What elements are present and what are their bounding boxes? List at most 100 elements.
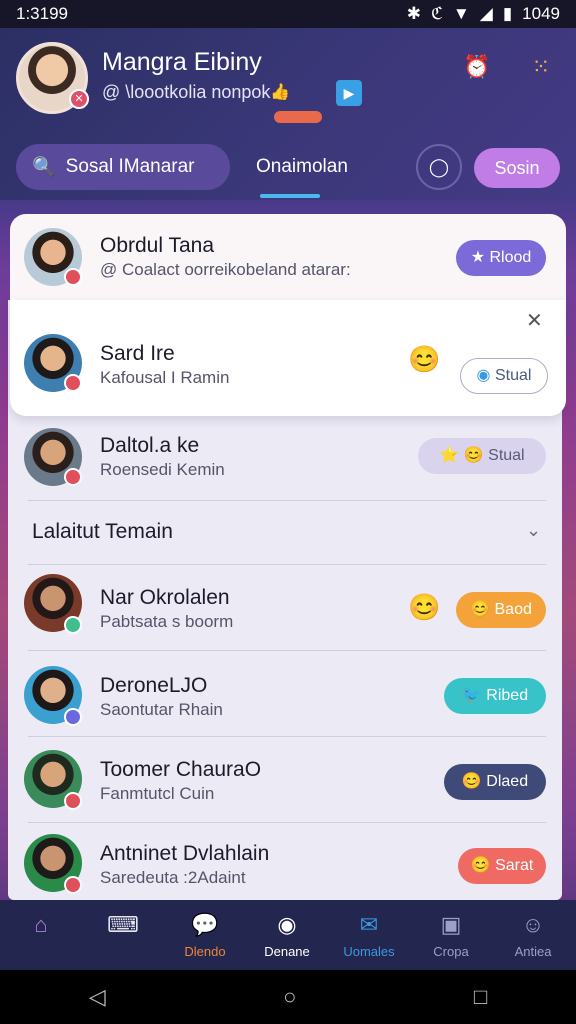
friend-action-label: Stual xyxy=(494,367,532,384)
friend-card[interactable]: ✕ Sard Ire Kafousal I Ramin 😊 ◉ Stual xyxy=(10,300,566,416)
friend-name: Obrdul Tana xyxy=(100,234,215,257)
nfc-icon: ℭ xyxy=(430,4,443,23)
smile-icon: 😊 xyxy=(463,447,484,464)
home-button-icon[interactable]: ○ xyxy=(283,984,296,1010)
friend-action-button[interactable]: 😊 Dlaed xyxy=(444,764,546,800)
friend-action-label: Ribed xyxy=(486,687,529,704)
alarm-icon[interactable]: ⏰ xyxy=(460,50,494,84)
star-icon: ★ xyxy=(470,249,486,266)
friend-name: Daltol.a ke xyxy=(100,434,200,457)
image-icon: ▣ xyxy=(440,912,462,937)
nav-label: Denane xyxy=(264,944,310,959)
status-badge xyxy=(64,792,82,810)
friend-name: Nar Okrolalen xyxy=(100,586,230,609)
nav-label: Antiea xyxy=(514,944,552,959)
bird-icon: 🐦 xyxy=(461,687,482,704)
nav-keyboard[interactable]: ⌨ xyxy=(82,900,164,970)
nav-image[interactable]: ▣ Cropa xyxy=(410,900,492,970)
friend-name: Sard Ire xyxy=(100,342,175,365)
avatar[interactable]: ✕ xyxy=(16,42,89,114)
user-handle: @ \loootkolia nonpok xyxy=(102,82,271,102)
nav-label: Cropa xyxy=(433,944,469,959)
battery-icon: ▮ xyxy=(502,4,513,23)
status-badge xyxy=(64,616,82,634)
friend-action-button[interactable]: 😊 Sarat xyxy=(458,848,546,884)
profile-header: ✕ Mangra Eibiny @ \loootkolia nonpok 👍 ▶… xyxy=(0,28,576,200)
close-badge-icon: ✕ xyxy=(69,89,89,109)
smile-icon: 😊 xyxy=(408,344,441,374)
divider xyxy=(28,500,546,501)
friend-action-button[interactable]: ⭐ 😊 Stual xyxy=(418,438,546,474)
status-badge xyxy=(64,374,82,392)
location-icon[interactable]: ◯ xyxy=(416,144,462,190)
friend-action-label: Sarat xyxy=(495,857,534,874)
person-icon: ☺ xyxy=(521,912,545,937)
friend-action-button[interactable]: 🐦 Ribed xyxy=(444,678,546,714)
smile-icon: 😊 xyxy=(470,857,491,874)
divider xyxy=(28,650,546,651)
friend-status: Saredeuta :2Adaint xyxy=(100,868,246,887)
friend-status: Pabtsata s boorm xyxy=(100,612,234,631)
close-icon[interactable]: ✕ xyxy=(526,308,543,333)
camera-icon: ◉ xyxy=(277,912,297,937)
nav-profile[interactable]: ☺ Antiea xyxy=(492,900,574,970)
nav-mail[interactable]: ✉ Uomales xyxy=(328,900,410,970)
status-time: 1:3199 xyxy=(16,4,68,23)
back-icon[interactable]: ◁ xyxy=(89,984,106,1010)
friend-status: @ Coalact oorreikobeland atarar: xyxy=(100,260,351,279)
chevron-down-icon[interactable]: ⌄ xyxy=(526,520,541,541)
tab-indicator xyxy=(260,194,320,198)
friend-status: Kafousal I Ramin xyxy=(100,368,230,387)
wifi-icon: ▼ xyxy=(452,4,470,23)
friend-name: Toomer ChauraO xyxy=(100,758,262,781)
friend-status: Roensedi Kemin xyxy=(100,460,225,479)
user-name: Mangra Eibiny xyxy=(102,48,262,76)
play-icon[interactable]: ▶ xyxy=(336,80,362,106)
nav-label: Dlendo xyxy=(184,944,226,959)
status-badge xyxy=(64,708,82,726)
app-root: 1:3199 ✱ ℭ ▼ ◢ ▮ 1049 ✕ Mangra Eibiny @ … xyxy=(0,0,576,1024)
search-icon: 🔍 xyxy=(32,157,56,178)
divider xyxy=(28,564,546,565)
status-icons: ✱ ℭ ▼ ◢ ▮ 1049 xyxy=(407,4,560,24)
recents-icon[interactable]: □ xyxy=(474,984,487,1010)
friend-status: Fanmtutcl Cuin xyxy=(100,784,215,803)
smile-icon: 😊 xyxy=(408,592,441,622)
friend-name: DeroneLJO xyxy=(100,674,208,697)
nav-home[interactable]: ⌂ xyxy=(0,900,82,970)
nav-camera[interactable]: ◉ Denane xyxy=(246,900,328,970)
thumbs-up-icon: 👍 xyxy=(270,84,290,101)
search-button[interactable]: 🔍 Sosal IManarar xyxy=(16,144,230,190)
friend-action-label: Stual xyxy=(488,447,525,464)
status-badge xyxy=(64,876,82,894)
bluetooth-icon: ✱ xyxy=(406,4,421,23)
friend-action-button[interactable]: ◉ Stual xyxy=(460,358,548,394)
friend-action-label: Baod xyxy=(494,601,532,618)
action-button[interactable]: Sosin xyxy=(474,148,560,188)
battery-level: 1049 xyxy=(522,4,560,23)
nav-chat[interactable]: 💬 Dlendo xyxy=(164,900,246,970)
grid-icon[interactable]: ⁙ xyxy=(524,50,558,84)
system-nav-bar: ◁ ○ □ xyxy=(0,970,576,1024)
friend-card[interactable]: Obrdul Tana @ Coalact oorreikobeland ata… xyxy=(10,214,566,300)
star-icon: ⭐ xyxy=(439,447,460,464)
home-icon: ⌂ xyxy=(34,912,48,937)
friend-status: Saontutar Rhain xyxy=(100,700,223,719)
divider xyxy=(28,736,546,737)
chat-icon: 💬 xyxy=(191,912,219,937)
drag-handle[interactable] xyxy=(274,111,322,123)
divider xyxy=(28,822,546,823)
radio-icon: ◉ xyxy=(476,367,491,384)
mail-icon: ✉ xyxy=(359,912,379,937)
smile-icon: 😊 xyxy=(470,601,491,618)
friend-name: Antninet Dvlahlain xyxy=(100,842,270,865)
friend-action-label: Dlaed xyxy=(486,773,529,790)
tab-online[interactable]: Onaimolan xyxy=(256,156,348,178)
friend-action-button[interactable]: 😊 Baod xyxy=(456,592,546,628)
section-title: Lalaitut Temain xyxy=(32,520,173,543)
smile-icon: 😊 xyxy=(461,773,482,790)
status-bar: 1:3199 ✱ ℭ ▼ ◢ ▮ 1049 xyxy=(0,0,576,28)
bottom-nav: ⌂ ⌨ 💬 Dlendo ◉ Denane ✉ Uomales ▣ Cropa … xyxy=(0,900,576,970)
friend-action-button[interactable]: ★ Rlood xyxy=(456,240,546,276)
status-badge xyxy=(64,268,82,286)
